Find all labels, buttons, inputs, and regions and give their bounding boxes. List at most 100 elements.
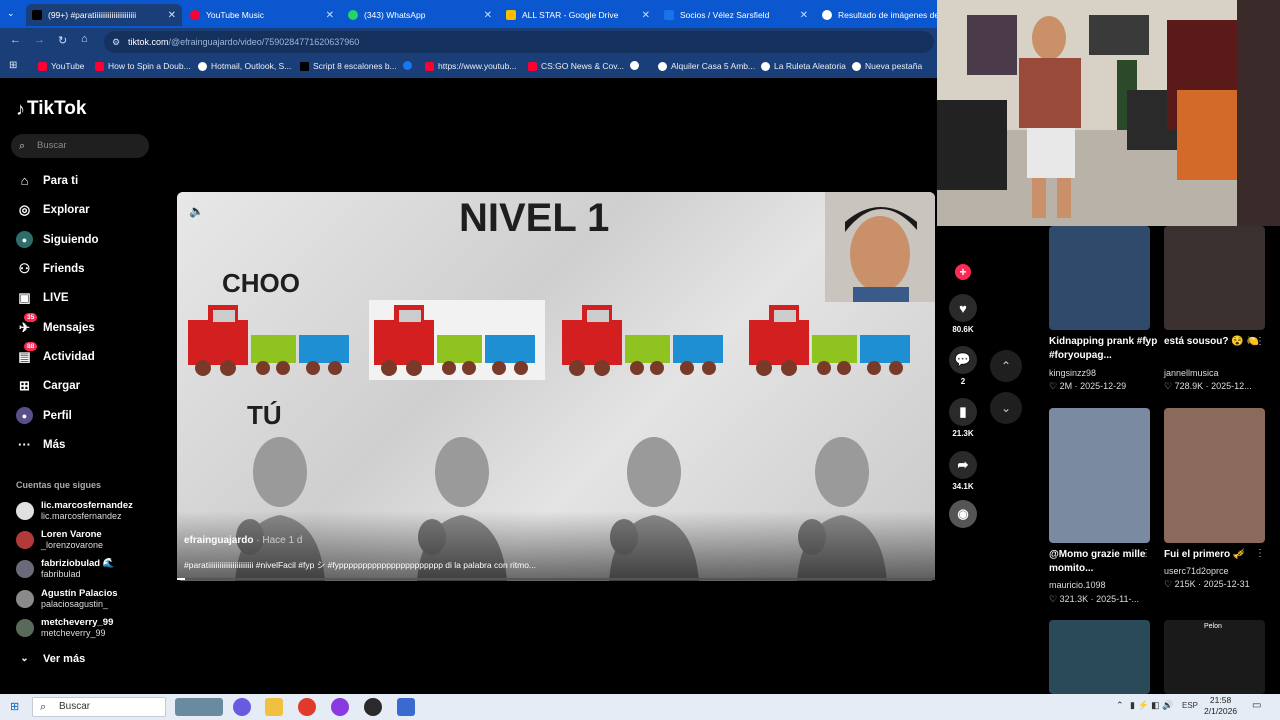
bookmark-spin[interactable]: How to Spin a Doub... (95, 61, 191, 71)
account-item[interactable]: lic.marcosfernandez lic.marcosfernandez (16, 500, 133, 522)
more-options-icon[interactable]: ⋮ (1255, 548, 1265, 559)
sidebar-item-cargar[interactable]: ⊞ Cargar (16, 377, 80, 394)
tab-tiktok[interactable]: (99+) #paratiiiiiiiiiiiiiiiiiiiiii ✕ (26, 4, 182, 26)
video-card-user[interactable]: userc71d2oprce (1164, 566, 1229, 576)
bookmark-facebook[interactable] (403, 61, 416, 70)
language-indicator[interactable]: ESP (1182, 701, 1198, 710)
account-handle: metcheverry_99 (41, 628, 106, 638)
next-video-button[interactable]: ⌄ (990, 392, 1022, 424)
video-author[interactable]: efrainguajardo · Hace 1 d (184, 535, 302, 546)
sidebar-item-siguiendo[interactable]: ● Siguiendo (16, 231, 99, 248)
home-icon[interactable]: ⌂ (81, 33, 88, 45)
account-item[interactable]: Agustín Palacios palaciosagustin_ (16, 588, 118, 610)
close-icon[interactable]: ✕ (642, 10, 650, 21)
tab-label: Resultado de imágenes de G (838, 10, 937, 20)
account-item[interactable]: fabriziobulad 🌊 fabribulad (16, 558, 115, 580)
more-options-icon[interactable]: ⋮ (1141, 548, 1151, 559)
taskbar-search-input[interactable]: ⌕ Buscar (32, 697, 166, 717)
sidebar-item-mas[interactable]: ··· Más (16, 436, 65, 453)
copilot-icon[interactable] (233, 698, 251, 716)
bookmark-nueva[interactable]: Nueva pestaña (852, 61, 922, 71)
notifications-icon[interactable]: ▭ (1252, 700, 1261, 711)
author-follow-button[interactable]: + (948, 264, 978, 280)
account-name: Agustín Palacios (41, 588, 118, 599)
windows-start-icon[interactable]: ⊞ (10, 700, 19, 713)
apps-icon[interactable]: ⊞ (9, 60, 17, 71)
sidebar-item-explorar[interactable]: ◎ Explorar (16, 201, 90, 218)
recommended-video-thumbnail[interactable] (1164, 226, 1265, 330)
tab-label: (343) WhatsApp (364, 10, 426, 20)
tab-google-images[interactable]: Resultado de imágenes de G (822, 4, 937, 26)
like-button[interactable]: ♥ 80.6K (948, 294, 978, 334)
bookmark-globe[interactable] (630, 61, 643, 70)
comment-button[interactable]: 💬 2 (948, 346, 978, 386)
sidebar-item-live[interactable]: ▣ LIVE (16, 289, 68, 306)
chrome-icon[interactable] (298, 698, 316, 716)
close-icon[interactable]: ✕ (168, 10, 176, 21)
sidebar-item-actividad[interactable]: ▤ 88 Actividad (16, 342, 95, 365)
following-avatar-icon: ● (16, 231, 33, 248)
train-image (188, 305, 349, 376)
url-input[interactable]: ⚙ tiktok.com/@efrainguajardo/video/75902… (104, 31, 934, 53)
reload-icon[interactable]: ↻ (58, 34, 67, 47)
bookmark-youtube-url[interactable]: https://www.youtub... (425, 61, 516, 71)
messenger-icon[interactable] (331, 698, 349, 716)
file-explorer-icon[interactable] (265, 698, 283, 716)
account-item[interactable]: metcheverry_99 metcheverry_99 (16, 617, 113, 639)
app-icon[interactable] (364, 698, 382, 716)
account-handle: lic.marcosfernandez (41, 511, 122, 521)
widgets-icon[interactable] (175, 698, 223, 716)
bookmark-csgo[interactable]: CS:GO News & Cov... (528, 61, 624, 71)
tab-google-drive[interactable]: ALL STAR - Google Drive ✕ (506, 4, 656, 26)
more-options-icon[interactable]: ⋮ (1255, 336, 1265, 347)
tiktok-logo[interactable]: ♪ TikTok (16, 98, 86, 120)
recommended-video-thumbnail[interactable]: Pelon (1164, 620, 1265, 694)
recommended-video-thumbnail[interactable] (1164, 408, 1265, 543)
bookmark-label: CS:GO News & Cov... (541, 61, 624, 71)
share-button[interactable]: ➦ 34.1K (948, 451, 978, 491)
tab-velez[interactable]: Socios / Vélez Sarsfield ✕ (664, 4, 814, 26)
video-card-user[interactable]: mauricio.1098 (1049, 580, 1106, 590)
bookmark-script[interactable]: Script 8 escalones b... (300, 61, 397, 71)
video-card-user[interactable]: kingsinzz98 (1049, 368, 1096, 378)
video-progress-bar[interactable] (177, 578, 935, 580)
recommended-video-thumbnail[interactable] (1049, 408, 1150, 543)
tab-youtube-music[interactable]: YouTube Music ✕ (190, 4, 340, 26)
sidebar-item-perfil[interactable]: ● Perfil (16, 407, 72, 424)
tray-icons[interactable]: ▮ ⚡ ◧ 🔊 (1130, 700, 1173, 711)
tab-list-icon[interactable]: ⌄ (7, 8, 15, 19)
forward-icon[interactable]: → (34, 34, 45, 46)
bookmark-ruleta[interactable]: La Ruleta Aleatoria (761, 61, 846, 71)
close-icon[interactable]: ✕ (484, 10, 492, 21)
video-player[interactable]: 🔈 ··· NIVEL 1 CHOO TÚ (177, 192, 935, 581)
tab-whatsapp[interactable]: (343) WhatsApp ✕ (348, 4, 498, 26)
calculator-icon[interactable] (397, 698, 415, 716)
sidebar-item-mensajes[interactable]: ✈ 35 Mensajes (16, 313, 95, 336)
recommended-video-thumbnail[interactable] (1049, 226, 1150, 330)
site-info-icon[interactable]: ⚙ (112, 31, 120, 53)
music-disc[interactable]: ◉ (948, 500, 978, 531)
tray-chevron-icon[interactable]: ⌃ (1116, 700, 1124, 711)
sidebar-item-para-ti[interactable]: ⌂ Para ti (16, 172, 79, 189)
author-name[interactable]: efrainguajardo (184, 535, 253, 546)
tab-label: YouTube Music (206, 10, 264, 20)
sidebar-item-label: Siguiendo (43, 233, 99, 246)
more-options-icon[interactable]: ⋮ (1141, 336, 1151, 347)
save-button[interactable]: ▮ 21.3K (948, 398, 978, 438)
see-more-button[interactable]: ⌄ Ver más (16, 650, 85, 667)
previous-video-button[interactable]: ⌃ (990, 350, 1022, 382)
sidebar-item-friends[interactable]: ⚇ Friends (16, 260, 85, 277)
chevron-down-icon: ⌄ (20, 653, 29, 664)
bookmark-alquiler[interactable]: Alquiler Casa 5 Amb... (658, 61, 755, 71)
account-item[interactable]: Loren Varone _lorenzovarone (16, 529, 103, 551)
recommended-video-thumbnail[interactable] (1049, 620, 1150, 694)
bookmark-hotmail[interactable]: Hotmail, Outlook, S... (198, 61, 291, 71)
back-icon[interactable]: ← (10, 34, 21, 46)
close-icon[interactable]: ✕ (800, 10, 808, 21)
video-card-user[interactable]: jannellmusica (1164, 368, 1219, 378)
mute-icon[interactable]: 🔈 (189, 204, 204, 218)
clock[interactable]: 21:58 2/1/2026 (1204, 695, 1237, 717)
close-icon[interactable]: ✕ (326, 10, 334, 21)
bookmark-youtube[interactable]: YouTube (38, 61, 84, 71)
search-input[interactable]: ⌕ Buscar (11, 134, 149, 158)
